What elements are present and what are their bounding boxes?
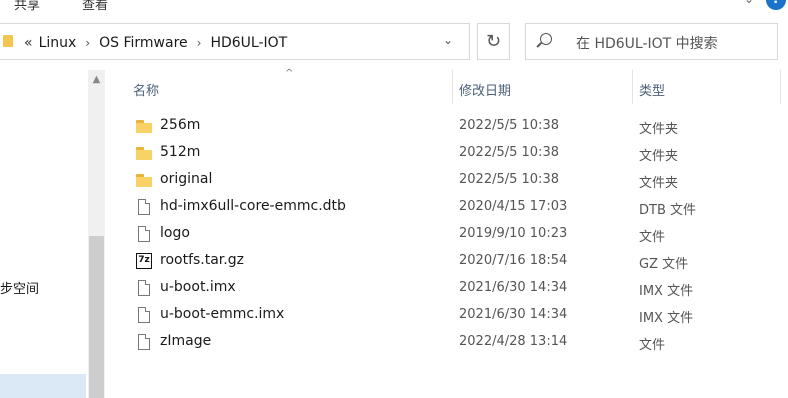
nav-scrollbar[interactable]: ▲ xyxy=(88,70,105,398)
search-input[interactable]: 在 HD6UL-IOT 中搜索 xyxy=(525,23,778,60)
chevron-right-icon[interactable]: › xyxy=(85,36,90,50)
column-date-modified[interactable]: 修改日期 xyxy=(459,80,511,99)
file-row-zimage[interactable]: zImage 2022/4/28 13:14 文件 xyxy=(105,329,788,356)
breadcrumb: « Linux › OS Firmware › HD6UL-IOT xyxy=(24,24,287,61)
help-icon[interactable]: ? xyxy=(766,0,786,10)
search-placeholder: 在 HD6UL-IOT 中搜索 xyxy=(576,36,718,52)
file-date: 2021/6/30 14:34 xyxy=(459,307,568,322)
file-date: 2022/5/5 10:38 xyxy=(459,145,559,160)
file-row-256m[interactable]: 256m 2022/5/5 10:38 文件夹 xyxy=(105,113,788,140)
file-name: hd-imx6ull-core-emmc.dtb xyxy=(160,198,346,214)
file-icon xyxy=(138,199,150,215)
file-row-u-boot[interactable]: u-boot.imx 2021/6/30 14:34 IMX 文件 xyxy=(105,275,788,302)
tab-share[interactable]: 共享 xyxy=(14,0,40,13)
file-name: logo xyxy=(160,225,190,241)
breadcrumb-item-linux[interactable]: Linux xyxy=(39,35,77,51)
file-type: DTB 文件 xyxy=(639,203,697,218)
navigation-pane: 步空间 xyxy=(0,70,88,398)
file-row-dtb[interactable]: hd-imx6ull-core-emmc.dtb 2020/4/15 17:03… xyxy=(105,194,788,221)
refresh-icon: ↻ xyxy=(485,31,502,52)
file-row-logo[interactable]: logo 2019/9/10 10:23 文件 xyxy=(105,221,788,248)
file-date: 2019/9/10 10:23 xyxy=(459,226,568,241)
file-date: 2022/5/5 10:38 xyxy=(459,172,559,187)
breadcrumb-item-os-firmware[interactable]: OS Firmware xyxy=(99,35,188,51)
file-type: 文件夹 xyxy=(639,176,679,191)
file-type: 文件夹 xyxy=(639,122,679,137)
file-date: 2020/4/15 17:03 xyxy=(459,199,568,214)
file-name: u-boot.imx xyxy=(160,279,236,295)
file-type: IMX 文件 xyxy=(639,284,694,299)
file-icon xyxy=(138,280,150,296)
breadcrumb-item-hd6ul-iot[interactable]: HD6UL-IOT xyxy=(210,35,287,51)
chevron-down-icon[interactable]: ⌄ xyxy=(443,33,453,47)
file-name: zImage xyxy=(160,333,212,349)
file-type: IMX 文件 xyxy=(639,311,694,326)
file-icon xyxy=(138,226,150,242)
file-list: 256m 2022/5/5 10:38 文件夹 512m 2022/5/5 10… xyxy=(105,113,788,356)
column-header: ^ 名称 修改日期 类型 xyxy=(105,68,788,108)
7z-archive-icon: 7z xyxy=(136,253,152,269)
file-type: 文件 xyxy=(639,230,666,245)
column-divider[interactable] xyxy=(632,70,633,104)
sort-ascending-icon: ^ xyxy=(285,68,294,79)
refresh-button[interactable]: ↻ xyxy=(477,23,510,60)
chevron-right-icon[interactable]: › xyxy=(197,36,202,50)
file-date: 2020/7/16 18:54 xyxy=(459,253,568,268)
file-row-u-boot-emmc[interactable]: u-boot-emmc.imx 2021/6/30 14:34 IMX 文件 xyxy=(105,302,788,329)
file-row-original[interactable]: original 2022/5/5 10:38 文件夹 xyxy=(105,167,788,194)
file-type: GZ 文件 xyxy=(639,257,689,272)
nav-item-selected[interactable] xyxy=(0,374,86,398)
file-name: 256m xyxy=(160,117,201,133)
column-divider[interactable] xyxy=(452,70,453,104)
file-date: 2022/4/28 13:14 xyxy=(459,334,568,349)
file-date: 2022/5/5 10:38 xyxy=(459,118,559,133)
file-icon xyxy=(138,307,150,323)
search-icon xyxy=(540,33,552,45)
file-date: 2021/6/30 14:34 xyxy=(459,280,568,295)
folder-icon xyxy=(3,35,13,47)
ribbon-tabs: 共享 查看 ⌄ ? xyxy=(0,0,788,16)
folder-icon xyxy=(136,172,152,187)
file-name: original xyxy=(160,171,213,187)
column-type[interactable]: 类型 xyxy=(639,80,665,99)
folder-icon xyxy=(136,145,152,160)
file-icon xyxy=(138,334,150,350)
column-divider[interactable] xyxy=(780,70,781,104)
tab-view[interactable]: 查看 xyxy=(82,0,108,13)
folder-icon xyxy=(136,118,152,133)
file-name: rootfs.tar.gz xyxy=(160,252,244,268)
file-name: u-boot-emmc.imx xyxy=(160,306,285,322)
scrollbar-thumb[interactable] xyxy=(89,236,104,398)
breadcrumb-overflow-icon[interactable]: « xyxy=(24,35,33,51)
nav-item-label[interactable]: 步空间 xyxy=(0,278,39,297)
ribbon-expand-chevron-icon[interactable]: ⌄ xyxy=(744,0,754,6)
address-bar[interactable]: « Linux › OS Firmware › HD6UL-IOT ⌄ xyxy=(0,23,470,60)
file-type: 文件 xyxy=(639,338,666,353)
file-row-512m[interactable]: 512m 2022/5/5 10:38 文件夹 xyxy=(105,140,788,167)
column-name[interactable]: 名称 xyxy=(133,80,159,99)
file-row-rootfs[interactable]: 7z rootfs.tar.gz 2020/7/16 18:54 GZ 文件 xyxy=(105,248,788,275)
file-type: 文件夹 xyxy=(639,149,679,164)
file-name: 512m xyxy=(160,144,201,160)
scroll-up-icon[interactable]: ▲ xyxy=(88,74,105,85)
